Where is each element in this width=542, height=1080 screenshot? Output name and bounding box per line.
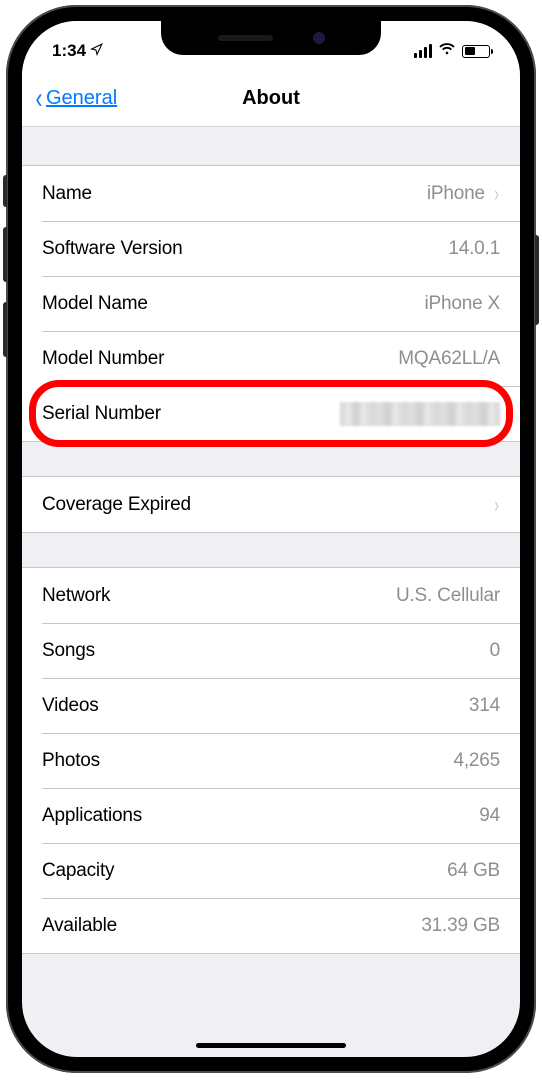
capacity-row[interactable]: Capacity 64 GB xyxy=(22,843,520,898)
name-label: Name xyxy=(42,183,92,205)
device-info-group: Name iPhone › Software Version 14.0.1 Mo… xyxy=(22,165,520,442)
available-value: 31.39 GB xyxy=(421,915,500,937)
home-indicator[interactable] xyxy=(196,1043,346,1048)
battery-icon xyxy=(462,45,490,58)
software-version-label: Software Version xyxy=(42,238,182,260)
model-name-row[interactable]: Model Name iPhone X xyxy=(22,276,520,331)
chevron-left-icon: ‹ xyxy=(36,82,43,116)
location-icon xyxy=(90,43,103,59)
model-name-label: Model Name xyxy=(42,293,148,315)
coverage-label: Coverage Expired xyxy=(42,494,191,516)
songs-label: Songs xyxy=(42,640,95,662)
model-name-value: iPhone X xyxy=(424,293,500,315)
back-button[interactable]: ‹ General xyxy=(22,82,117,116)
model-number-row[interactable]: Model Number MQA62LL/A xyxy=(22,331,520,386)
screen: 1:34 xyxy=(22,21,520,1057)
serial-number-label: Serial Number xyxy=(42,403,161,425)
network-label: Network xyxy=(42,585,110,607)
name-value: iPhone xyxy=(427,183,485,205)
network-value: U.S. Cellular xyxy=(396,585,500,607)
status-time: 1:34 xyxy=(52,41,86,61)
software-version-value: 14.0.1 xyxy=(448,238,500,260)
notch xyxy=(161,21,381,55)
photos-label: Photos xyxy=(42,750,100,772)
wifi-icon xyxy=(438,42,456,60)
network-row[interactable]: Network U.S. Cellular xyxy=(22,568,520,623)
name-row[interactable]: Name iPhone › xyxy=(22,166,520,221)
cellular-signal-icon xyxy=(414,44,432,58)
serial-number-row[interactable]: Serial Number xyxy=(22,386,520,441)
videos-value: 314 xyxy=(469,695,500,717)
back-button-label: General xyxy=(46,87,117,110)
videos-row[interactable]: Videos 314 xyxy=(22,678,520,733)
model-number-label: Model Number xyxy=(42,348,164,370)
songs-row[interactable]: Songs 0 xyxy=(22,623,520,678)
software-version-row[interactable]: Software Version 14.0.1 xyxy=(22,221,520,276)
capacity-value: 64 GB xyxy=(447,860,500,882)
songs-value: 0 xyxy=(490,640,500,662)
coverage-row[interactable]: Coverage Expired › xyxy=(22,477,520,532)
photos-value: 4,265 xyxy=(453,750,500,772)
model-number-value: MQA62LL/A xyxy=(398,348,500,370)
capacity-label: Capacity xyxy=(42,860,114,882)
applications-row[interactable]: Applications 94 xyxy=(22,788,520,843)
page-title: About xyxy=(242,87,300,110)
available-label: Available xyxy=(42,915,117,937)
photos-row[interactable]: Photos 4,265 xyxy=(22,733,520,788)
iphone-frame: 1:34 xyxy=(6,5,536,1073)
chevron-right-icon: › xyxy=(494,492,498,518)
serial-number-value-redacted xyxy=(340,402,500,426)
navigation-bar: ‹ General About xyxy=(22,71,520,127)
content-area: Name iPhone › Software Version 14.0.1 Mo… xyxy=(22,127,520,954)
applications-value: 94 xyxy=(479,805,500,827)
videos-label: Videos xyxy=(42,695,99,717)
coverage-group: Coverage Expired › xyxy=(22,476,520,533)
available-row[interactable]: Available 31.39 GB xyxy=(22,898,520,953)
chevron-right-icon: › xyxy=(494,181,498,207)
applications-label: Applications xyxy=(42,805,142,827)
storage-info-group: Network U.S. Cellular Songs 0 Videos 314… xyxy=(22,567,520,954)
